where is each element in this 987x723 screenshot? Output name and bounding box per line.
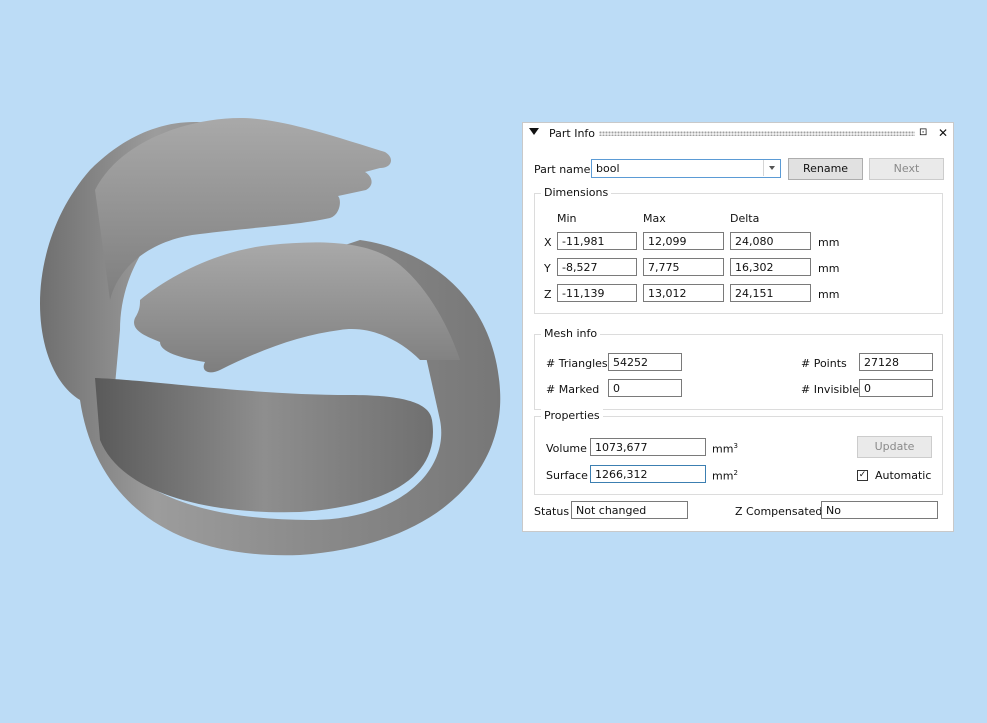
mesh-info-title: Mesh info <box>541 327 601 340</box>
panel-title: Part Info <box>549 127 596 140</box>
pin-icon[interactable]: ⊡ <box>919 127 927 138</box>
marked-field[interactable]: 0 <box>608 379 682 397</box>
y-unit: mm <box>818 262 840 275</box>
part-name-value: bool <box>596 162 620 175</box>
x-delta-field[interactable]: 24,080 <box>730 232 811 250</box>
axis-y-label: Y <box>544 262 551 275</box>
surface-label: Surface <box>546 469 588 482</box>
volume-label: Volume <box>546 442 587 455</box>
triangles-label: # Triangles <box>546 357 608 370</box>
points-label: # Points <box>801 357 847 370</box>
part-name-combobox[interactable]: bool <box>591 159 781 178</box>
status-label: Status <box>534 505 570 518</box>
dimensions-group: Dimensions Min Max Delta X -11,981 12,09… <box>534 186 943 314</box>
invisible-field[interactable]: 0 <box>859 379 933 397</box>
chevron-down-icon[interactable] <box>763 160 780 176</box>
mesh-info-group: Mesh info # Triangles 54252 # Points 271… <box>534 327 943 410</box>
axis-z-label: Z <box>544 288 552 301</box>
x-unit: mm <box>818 236 840 249</box>
col-delta-header: Delta <box>730 212 760 225</box>
next-button[interactable]: Next <box>869 158 944 180</box>
close-icon[interactable]: ✕ <box>938 126 948 140</box>
invisible-label: # Invisible <box>801 383 860 396</box>
automatic-label: Automatic <box>875 469 932 482</box>
axis-x-label: X <box>544 236 552 249</box>
col-max-header: Max <box>643 212 666 225</box>
y-delta-field[interactable]: 16,302 <box>730 258 811 276</box>
update-button[interactable]: Update <box>857 436 932 458</box>
points-field[interactable]: 27128 <box>859 353 933 371</box>
x-max-field[interactable]: 12,099 <box>643 232 724 250</box>
properties-group: Properties Volume 1073,677 mm3 Update Su… <box>534 409 943 495</box>
drag-grip[interactable] <box>599 131 915 136</box>
status-field[interactable]: Not changed <box>571 501 688 519</box>
dimensions-title: Dimensions <box>541 186 612 199</box>
part-name-label: Part name <box>534 163 591 176</box>
z-compensated-label: Z Compensated <box>735 505 823 518</box>
volume-unit: mm3 <box>712 442 738 456</box>
properties-title: Properties <box>541 409 603 422</box>
z-compensated-field[interactable]: No <box>821 501 938 519</box>
y-max-field[interactable]: 7,775 <box>643 258 724 276</box>
automatic-checkbox[interactable]: ✓ <box>857 470 868 481</box>
y-min-field[interactable]: -8,527 <box>557 258 637 276</box>
panel-title-bar[interactable]: Part Info ⊡ ✕ <box>523 123 953 145</box>
part-info-panel: Part Info ⊡ ✕ Part name bool Rename Next… <box>522 122 954 532</box>
z-delta-field[interactable]: 24,151 <box>730 284 811 302</box>
z-min-field[interactable]: -11,139 <box>557 284 637 302</box>
triangles-field[interactable]: 54252 <box>608 353 682 371</box>
z-max-field[interactable]: 13,012 <box>643 284 724 302</box>
surface-field[interactable]: 1266,312 <box>590 465 706 483</box>
rename-button[interactable]: Rename <box>788 158 863 180</box>
surface-unit: mm2 <box>712 469 738 483</box>
col-min-header: Min <box>557 212 577 225</box>
marked-label: # Marked <box>546 383 600 396</box>
collapse-arrow-icon[interactable] <box>529 128 539 135</box>
x-min-field[interactable]: -11,981 <box>557 232 637 250</box>
volume-field[interactable]: 1073,677 <box>590 438 706 456</box>
z-unit: mm <box>818 288 840 301</box>
